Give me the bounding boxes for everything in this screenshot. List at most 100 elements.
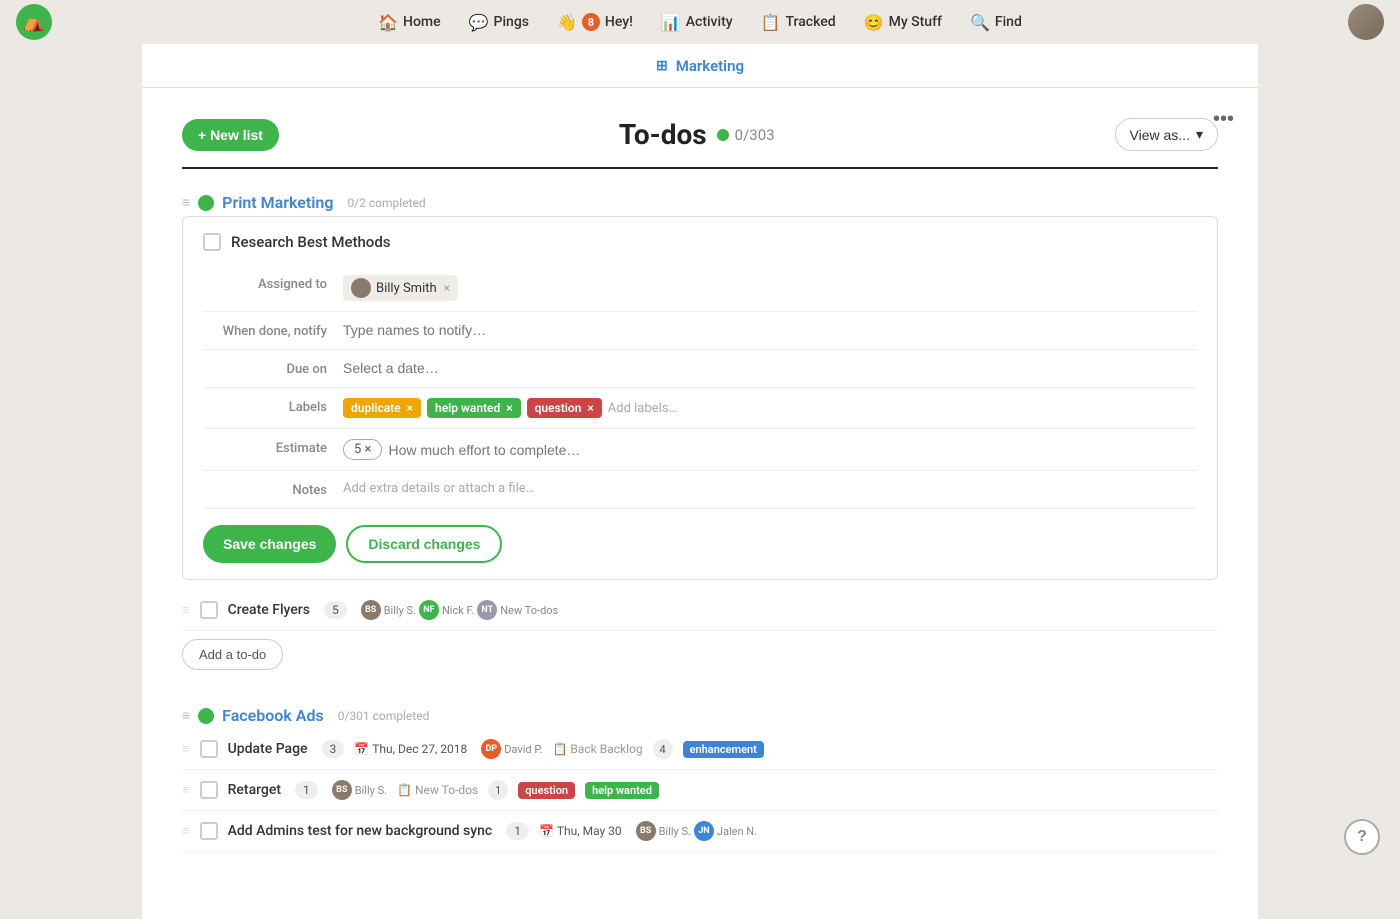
update-page-count: 4 (653, 739, 673, 759)
notes-value: Add extra details or attach a file… (343, 481, 1197, 496)
todo-checkbox-research[interactable] (203, 233, 221, 251)
nav-label-home: Home (403, 14, 441, 30)
retarget-location: 📋 New To-dos (397, 783, 478, 797)
save-changes-button[interactable]: Save changes (203, 525, 336, 563)
label-duplicate: duplicate × (343, 398, 421, 418)
assignee-initials-new: NT (481, 605, 493, 615)
nav-item-home[interactable]: 🏠 Home (366, 7, 453, 38)
todos-count-text: 0/303 (735, 126, 775, 144)
remove-label-question[interactable]: × (587, 401, 593, 415)
add-labels-button[interactable]: Add labels… (608, 401, 677, 416)
project-title-link[interactable]: ⊞ Marketing (656, 57, 744, 75)
todo-drag-handle-aa: ≡ (182, 823, 190, 839)
todo-title-retarget: Retarget (228, 782, 281, 798)
todo-drag-handle-up: ≡ (182, 741, 190, 757)
notes-label: Notes (203, 481, 343, 498)
nav-item-find[interactable]: 🔍 Find (958, 7, 1034, 38)
assignee-initials-billy: BS (365, 605, 376, 615)
assignee-label-billy: Billy S. (384, 604, 416, 617)
assignee-label-new: New To-dos (500, 604, 558, 617)
retarget-location-icon: 📋 (397, 783, 412, 797)
view-as-button[interactable]: View as... ▾ (1115, 118, 1218, 151)
options-button[interactable]: ••• (1205, 104, 1242, 135)
estimate-tag[interactable]: 5 × (343, 439, 382, 460)
field-estimate: Estimate 5 × (203, 429, 1197, 471)
todo-checkbox-flyers[interactable] (200, 601, 218, 619)
todo-checkbox-update-page[interactable] (200, 740, 218, 758)
list-drag-handle[interactable]: ≡ (182, 194, 190, 211)
labels-value: duplicate × help wanted × question × Add… (343, 398, 1197, 418)
estimate-input[interactable] (388, 442, 1197, 458)
help-button[interactable]: ? (1344, 819, 1380, 855)
hey-icon: 👋 (557, 13, 577, 32)
label-enhancement: enhancement (683, 741, 764, 758)
nav-item-pings[interactable]: 💬 Pings (457, 7, 541, 38)
add-todo-button-print[interactable]: Add a to-do (182, 639, 283, 670)
due-on-value (343, 360, 1197, 376)
project-name: Marketing (676, 57, 744, 75)
action-buttons: Save changes Discard changes (203, 525, 1197, 563)
todo-title-add-admins: Add Admins test for new background sync (228, 823, 493, 839)
add-admins-jalen-label: Jalen N. (717, 825, 757, 838)
flyers-assignees: BS Billy S. NF Nick F. NT New To-dos (361, 600, 559, 620)
chevron-down-icon: ▾ (1196, 126, 1203, 143)
app-logo[interactable]: ⛺ (16, 4, 52, 40)
pings-icon: 💬 (469, 13, 489, 32)
user-avatar[interactable] (1348, 4, 1384, 40)
list-name-facebook-ads[interactable]: Facebook Ads (222, 706, 324, 725)
david-label: David P. (504, 743, 542, 756)
print-marketing-completed: 0/2 completed (347, 196, 425, 210)
nav-label-mystuff: My Stuff (889, 14, 942, 30)
notify-input[interactable] (343, 322, 1197, 338)
assignee-label-nick: Nick F. (442, 604, 474, 617)
nav-label-pings: Pings (494, 14, 529, 30)
location-icon: 📋 (552, 742, 567, 756)
fb-status-dot (198, 708, 214, 724)
card-area: ••• + New list To-dos 0/303 View as... ▾ (142, 88, 1258, 919)
list-name-print-marketing[interactable]: Print Marketing (222, 193, 333, 212)
add-admins-due: 📅 Thu, May 30 (539, 824, 622, 838)
assignee-initials-nick: NF (423, 605, 434, 615)
todo-title-flyers: Create Flyers (228, 602, 310, 618)
list-section-facebook-ads: ≡ Facebook Ads 0/301 completed ≡ Update … (182, 706, 1218, 852)
new-list-button[interactable]: + New list (182, 119, 279, 151)
notify-label: When done, notify (203, 322, 343, 339)
field-labels: Labels duplicate × help wanted × questio… (203, 388, 1197, 429)
nav-item-hey[interactable]: 👋 8 Hey! (545, 7, 645, 38)
nav-item-mystuff[interactable]: 😊 My Stuff (852, 7, 954, 38)
todos-title: To-dos 0/303 (619, 118, 775, 151)
notes-placeholder[interactable]: Add extra details or attach a file… (343, 481, 534, 496)
grid-icon: ⊞ (656, 58, 668, 74)
retarget-avatar-billy: BS (332, 780, 352, 800)
list-drag-handle-fb[interactable]: ≡ (182, 707, 190, 724)
notify-value (343, 322, 1197, 338)
green-dot (717, 129, 729, 141)
list-section-print-marketing: ≡ Print Marketing 0/2 completed Research… (182, 193, 1218, 670)
nav-item-activity[interactable]: 📊 Activity (649, 7, 745, 38)
discard-changes-button[interactable]: Discard changes (346, 525, 502, 563)
add-admins-assignees: BS Billy S. JN Jalen N. (636, 821, 757, 841)
nav-label-find: Find (995, 14, 1022, 30)
todo-checkbox-retarget[interactable] (200, 781, 218, 799)
estimate-value-text: 5 × (354, 442, 371, 457)
todo-item-update-page: ≡ Update Page 3 📅 Thu, Dec 27, 2018 DP D… (182, 729, 1218, 770)
todo-item-retarget: ≡ Retarget 1 BS Billy S. 📋 New To-dos 1 … (182, 770, 1218, 811)
avatar-image (1348, 4, 1384, 40)
nav-label-activity: Activity (686, 14, 733, 30)
assignee-avatar-billy (351, 278, 371, 298)
retarget-estimate: 1 (295, 781, 318, 799)
nav-item-tracked[interactable]: 📋 Tracked (749, 7, 848, 38)
remove-assignee-button[interactable]: × (444, 281, 450, 295)
remove-label-duplicate[interactable]: × (407, 401, 413, 415)
todo-checkbox-add-admins[interactable] (200, 822, 218, 840)
svg-text:⛺: ⛺ (23, 12, 45, 33)
field-notes: Notes Add extra details or attach a file… (203, 471, 1197, 509)
retarget-count: 1 (488, 780, 508, 800)
assigned-to-value: Billy Smith × (343, 275, 1197, 301)
remove-label-help[interactable]: × (506, 401, 512, 415)
assignee-avatar-david: DP (481, 739, 501, 759)
field-due-on: Due on (203, 350, 1197, 388)
due-on-input[interactable] (343, 360, 1197, 376)
todo-title-research: Research Best Methods (231, 233, 391, 251)
field-assigned-to: Assigned to Billy Smith × (203, 265, 1197, 312)
